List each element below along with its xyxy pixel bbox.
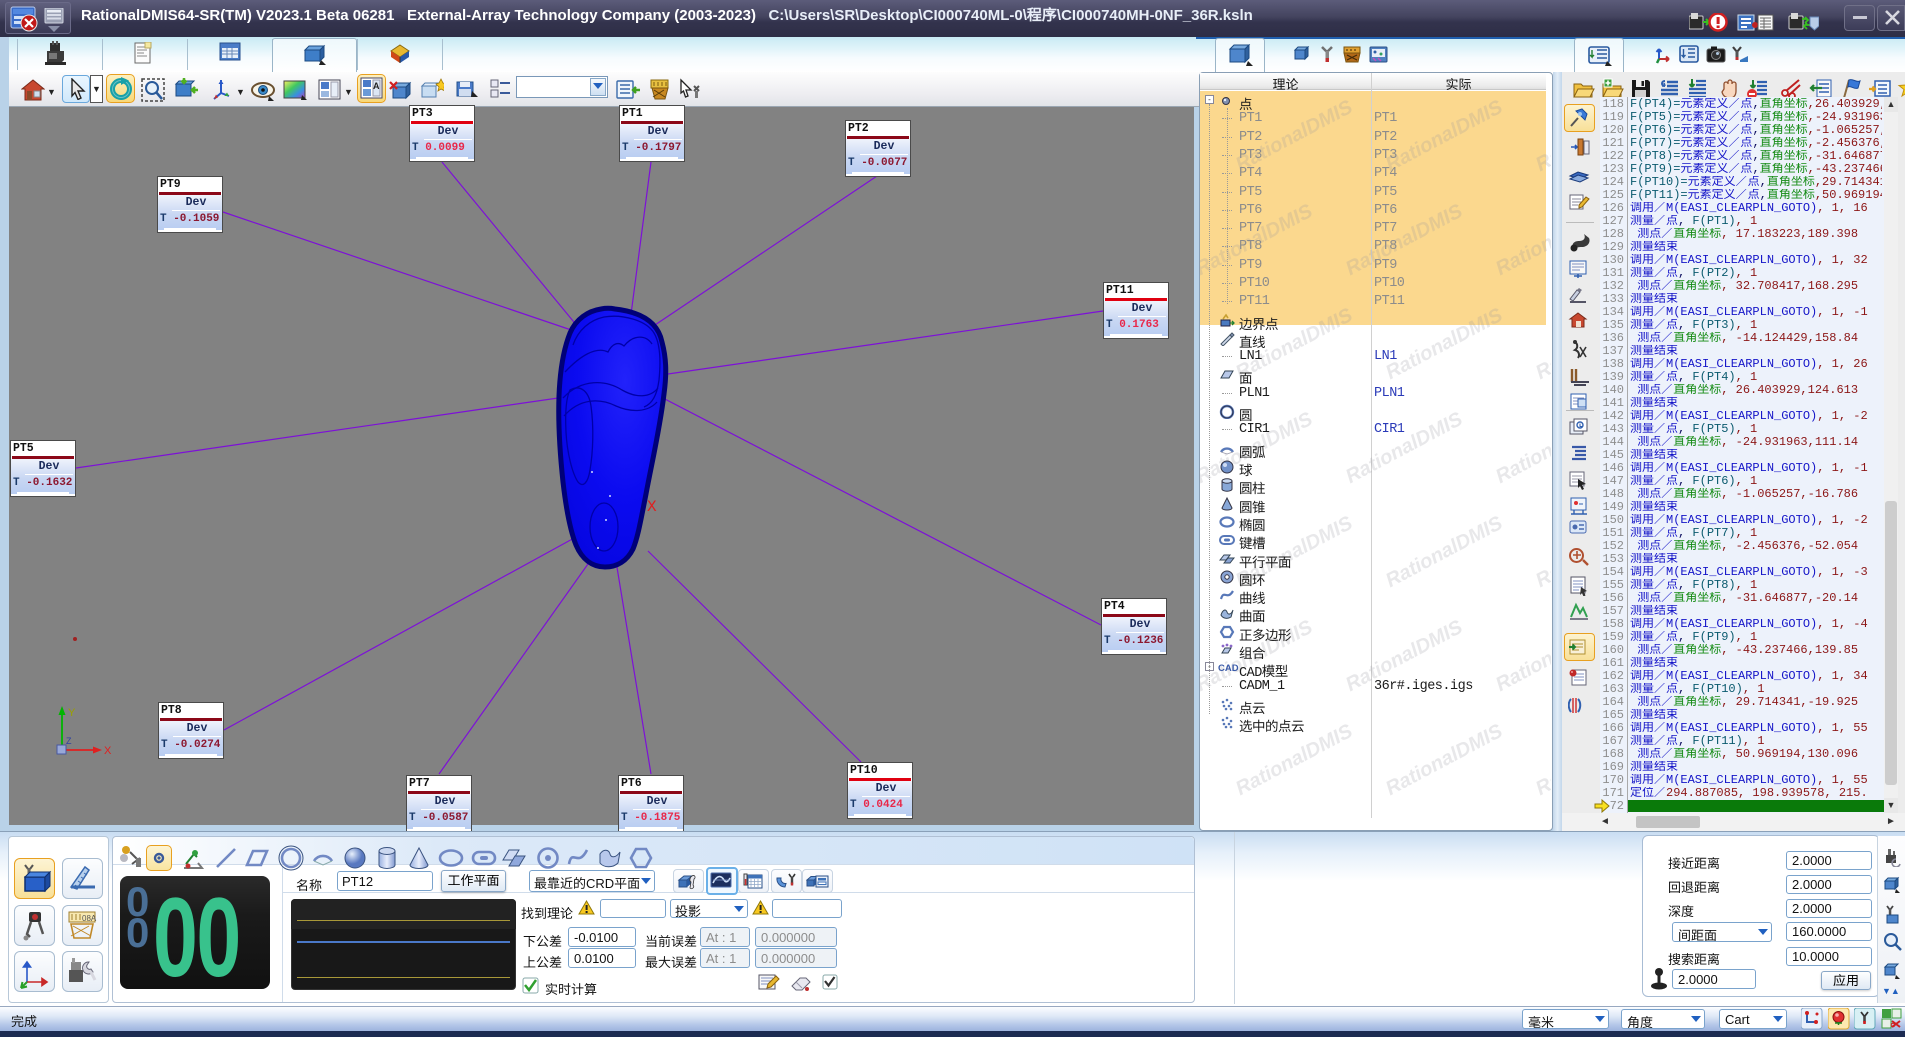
svg-text:08A: 08A xyxy=(82,914,97,923)
svg-text:A: A xyxy=(373,81,380,91)
svg-text:Z: Z xyxy=(66,736,72,746)
svg-text:CAD: CAD xyxy=(1218,663,1239,674)
svg-text:X: X xyxy=(104,745,112,757)
svg-text:X: X xyxy=(647,498,657,516)
svg-text:Y: Y xyxy=(68,707,76,719)
